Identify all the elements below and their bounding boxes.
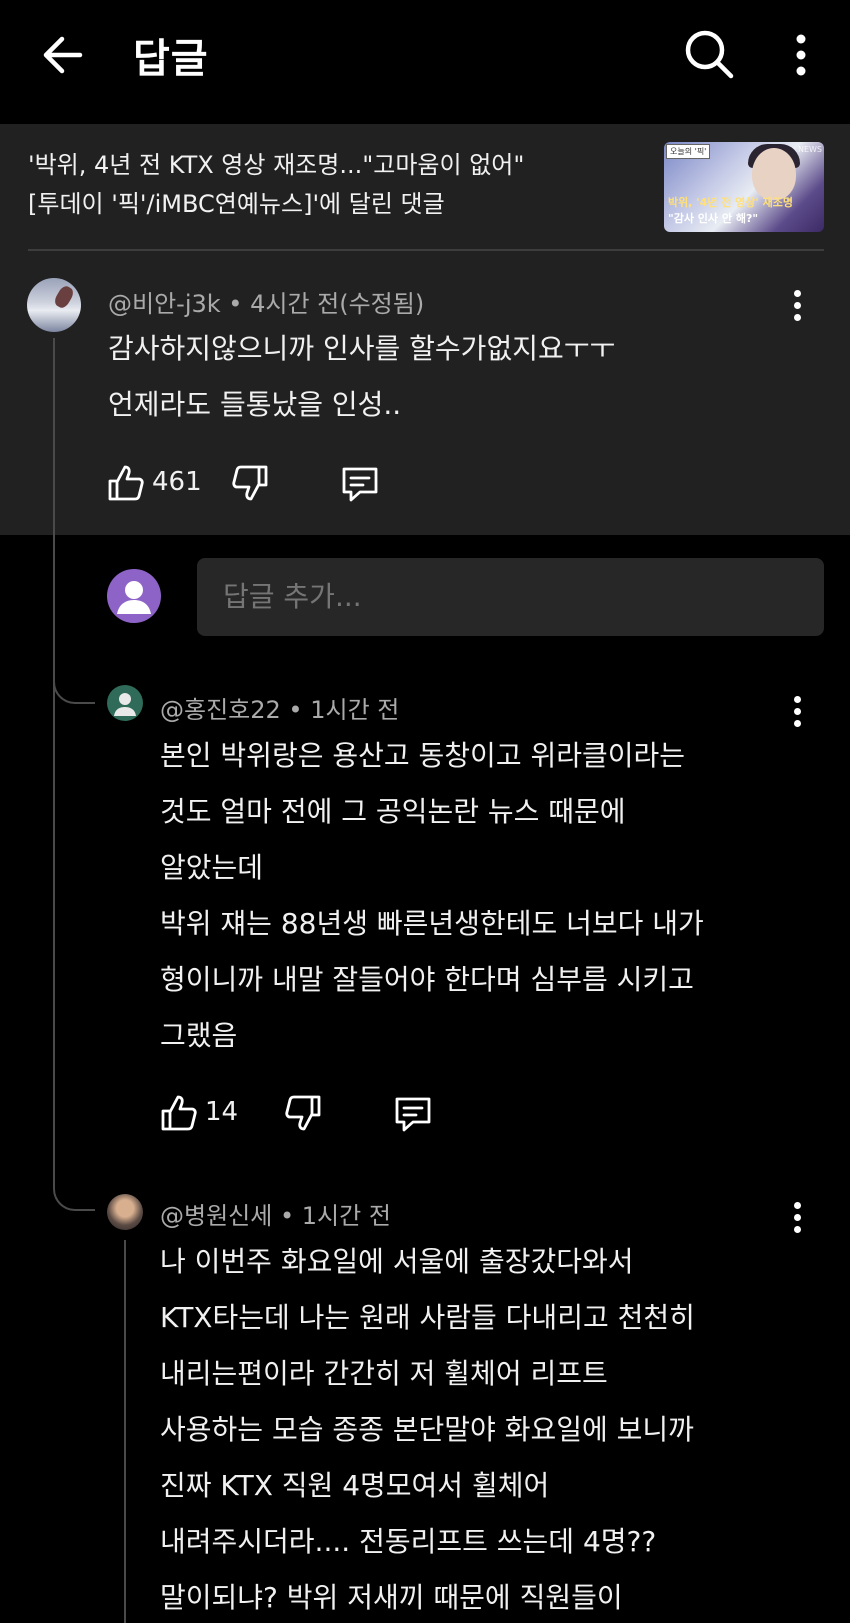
comment-line: 본인 박위랑은 용산고 동창이고 위라클이라는 bbox=[160, 739, 686, 772]
thread-line bbox=[53, 338, 55, 676]
comment-more-icon[interactable] bbox=[787, 694, 807, 730]
avatar[interactable] bbox=[107, 1194, 143, 1230]
divider bbox=[28, 249, 824, 251]
comment-line: 것도 얼마 전에 그 공익논란 뉴스 때문에 bbox=[160, 795, 626, 828]
video-title[interactable]: '박위, 4년 전 KTX 영상 재조명..."고마움이 없어" [투데이 '픽… bbox=[28, 146, 628, 224]
comment-meta: @병원신세 • 1시간 전 bbox=[160, 1196, 391, 1231]
comment-text: 나 이번주 화요일에 서울에 출장갔다와서 KTX타는데 나는 원래 사람들 다… bbox=[160, 1234, 695, 1623]
thread-line bbox=[124, 1240, 126, 1623]
comment-line: 그랬음 bbox=[160, 1019, 238, 1052]
meta-separator: • bbox=[279, 1202, 302, 1230]
comment-line: 나 이번주 화요일에 서울에 출장갔다와서 bbox=[160, 1245, 634, 1278]
comment-author[interactable]: @병원신세 bbox=[160, 1202, 272, 1230]
video-thumbnail[interactable]: 오늘의 '픽' NEWS 박위, '4년 전 영상' 재조명 "감사 인사 안 … bbox=[664, 142, 824, 232]
thumbs-up-icon[interactable] bbox=[106, 463, 146, 503]
comment-more-icon[interactable] bbox=[787, 1200, 807, 1236]
thumbs-down-icon[interactable] bbox=[283, 1093, 323, 1133]
thread-connector bbox=[53, 674, 95, 704]
thumbs-down-icon[interactable] bbox=[230, 463, 270, 503]
search-icon[interactable] bbox=[682, 27, 736, 81]
comment-line: 감사하지않으니까 인사를 할수가없지요ㅜㅜ bbox=[108, 332, 616, 365]
thumbnail-face bbox=[752, 148, 796, 200]
comment-time: 1시간 전 bbox=[310, 696, 400, 724]
user-avatar bbox=[107, 569, 161, 623]
default-avatar-icon bbox=[117, 581, 151, 614]
meta-separator: • bbox=[228, 290, 251, 318]
app-bar: 답글 bbox=[0, 0, 850, 124]
thread-line bbox=[53, 676, 55, 1181]
thread-connector bbox=[53, 1181, 95, 1211]
comment-time: 1시간 전 bbox=[301, 1202, 391, 1230]
reply-input[interactable] bbox=[197, 558, 824, 636]
comment-author[interactable]: @비안-j3k bbox=[108, 290, 221, 318]
comment-line: 내리는편이라 간간히 저 휠체어 리프트 bbox=[160, 1357, 608, 1390]
video-title-line: [투데이 '픽'/iMBC연예뉴스]'에 달린 댓글 bbox=[28, 190, 445, 218]
avatar[interactable] bbox=[27, 278, 81, 332]
comment-meta: @비안-j3k • 4시간 전(수정됨) bbox=[108, 284, 424, 319]
page-title: 답글 bbox=[133, 36, 209, 82]
comment-meta: @홍진호22 • 1시간 전 bbox=[160, 690, 399, 725]
comment-time: 4시간 전(수정됨) bbox=[250, 290, 425, 318]
comment-line: 박위 쟤는 88년생 빠른년생한테도 너보다 내가 bbox=[160, 907, 704, 940]
comment-actions: 14 bbox=[159, 1093, 459, 1133]
comment-text: 감사하지않으니까 인사를 할수가없지요ㅜㅜ 언제라도 들통났을 인성.. bbox=[108, 321, 615, 433]
more-options-icon[interactable] bbox=[786, 30, 816, 80]
comment-text: 본인 박위랑은 용산고 동창이고 위라클이라는 것도 얼마 전에 그 공익논란 … bbox=[160, 728, 704, 1064]
like-count: 461 bbox=[152, 467, 202, 497]
like-count: 14 bbox=[205, 1097, 239, 1127]
thumbnail-tag: 오늘의 '픽' bbox=[666, 144, 711, 159]
comment-line: 언제라도 들통났을 인성.. bbox=[108, 388, 402, 421]
reply-icon[interactable] bbox=[340, 463, 380, 503]
avatar[interactable] bbox=[107, 685, 143, 721]
default-avatar-icon bbox=[114, 693, 136, 716]
comment-actions: 461 bbox=[106, 463, 406, 503]
comment-line: 말이되냐? 박위 저새끼 때문에 직원들이 bbox=[160, 1581, 623, 1614]
comment-more-icon[interactable] bbox=[787, 288, 807, 324]
thumbnail-brand: NEWS bbox=[797, 145, 822, 154]
comment-line: 알았는데 bbox=[160, 851, 264, 884]
thumbnail-caption: "감사 인사 안 해?" bbox=[668, 212, 759, 225]
thumbnail-caption: 박위, '4년 전 영상' 재조명 bbox=[668, 196, 793, 209]
comment-line: 형이니까 내말 잘들어야 한다며 심부름 시키고 bbox=[160, 963, 694, 996]
comment-line: 내려주시더라.... 전동리프트 쓰는데 4명?? bbox=[160, 1525, 657, 1558]
video-title-line: '박위, 4년 전 KTX 영상 재조명..."고마움이 없어" bbox=[28, 151, 525, 179]
meta-separator: • bbox=[288, 696, 311, 724]
thumbs-up-icon[interactable] bbox=[159, 1093, 199, 1133]
comment-line: KTX타는데 나는 원래 사람들 다내리고 천천히 bbox=[160, 1301, 695, 1334]
comment-line: 사용하는 모습 종종 본단말야 화요일에 보니까 bbox=[160, 1413, 694, 1446]
comment-author[interactable]: @홍진호22 bbox=[160, 696, 281, 724]
reply-icon[interactable] bbox=[393, 1093, 433, 1133]
comment-line: 진짜 KTX 직원 4명모여서 휠체어 bbox=[160, 1469, 550, 1502]
back-arrow-icon[interactable] bbox=[38, 30, 88, 80]
